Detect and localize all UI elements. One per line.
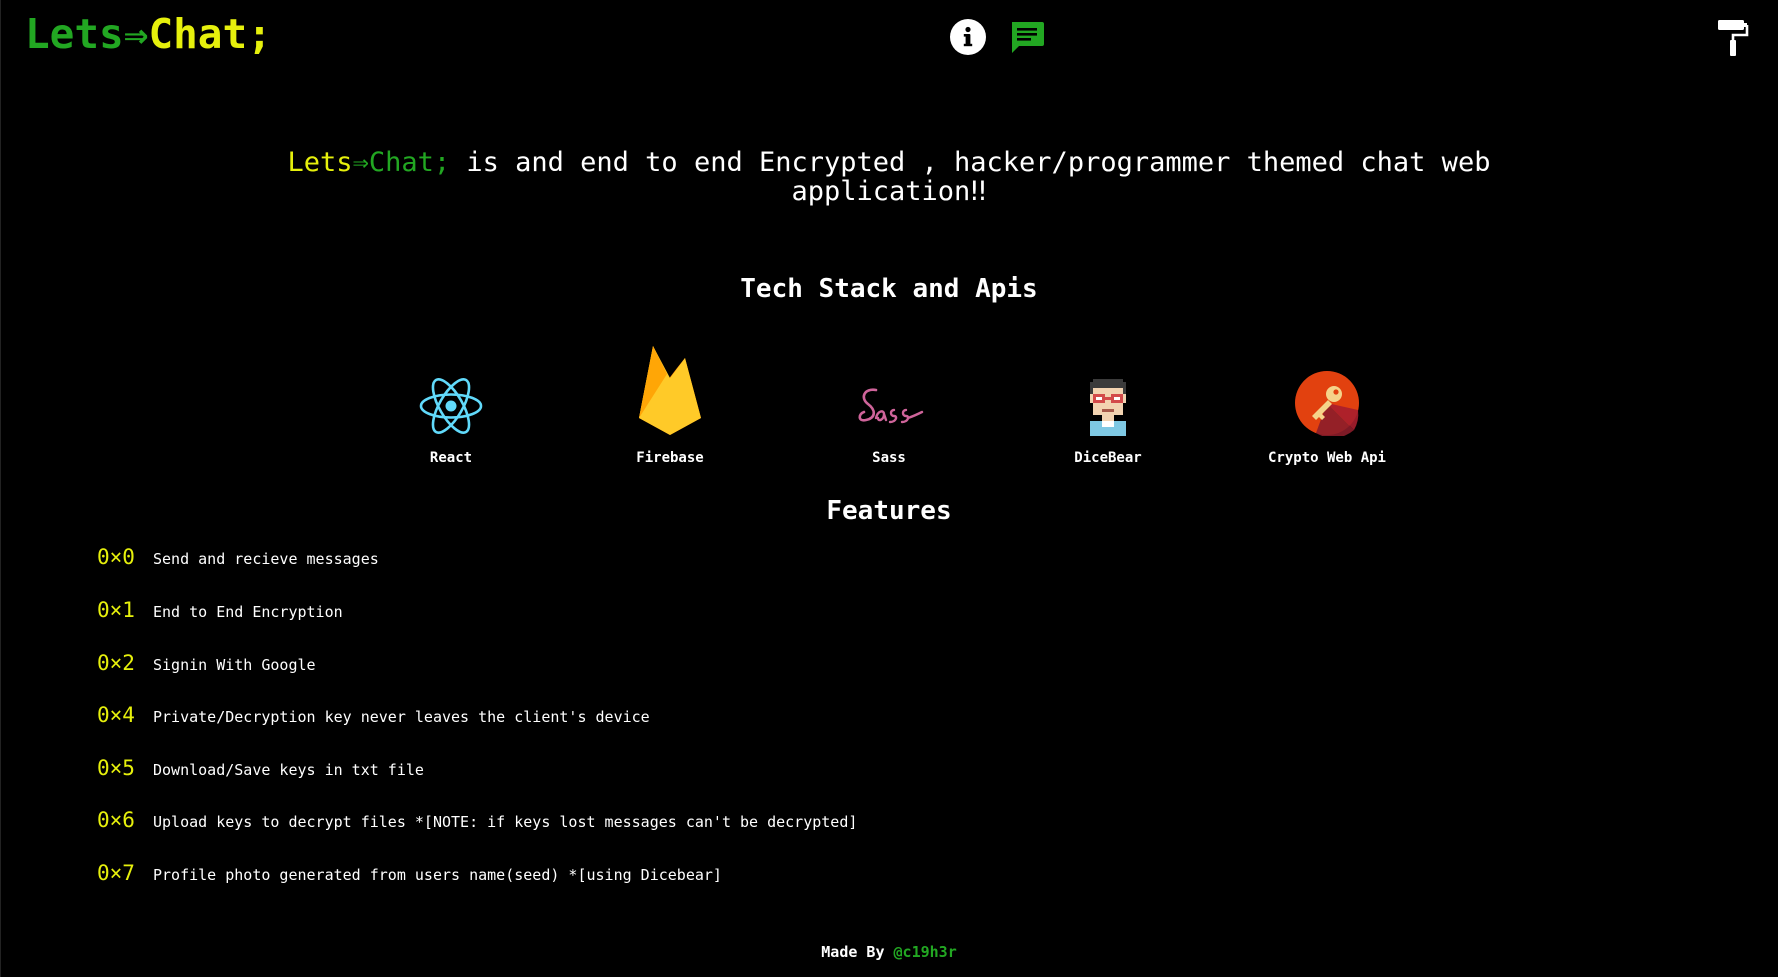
feature-index: 0×2 [97, 651, 135, 675]
chat-button[interactable] [1008, 18, 1046, 56]
feature-text: Private/Decryption key never leaves the … [153, 708, 650, 726]
feature-text: Upload keys to decrypt files *[NOTE: if … [153, 813, 858, 831]
tech-item-crypto: Crypto Web Api [1247, 326, 1407, 466]
tech-item-firebase: Firebase [590, 326, 750, 466]
tech-name: Firebase [636, 450, 704, 466]
feature-item: 0×0 Send and recieve messages [97, 545, 379, 569]
sass-logo-icon [858, 388, 924, 424]
logo-arrow: ⇒ [123, 10, 149, 58]
info-icon [963, 26, 973, 47]
intro-text: is and end to end Encrypted , hacker/pro… [450, 147, 1491, 207]
tech-item-dicebear: DiceBear [1028, 326, 1188, 466]
author-link[interactable]: @c19h3r [894, 943, 957, 961]
intro-brand-chat: Chat; [368, 147, 451, 178]
tech-stack-list: React Firebase Sass DiceBear Crypto Web … [395, 326, 1395, 466]
features-title: Features [826, 496, 952, 526]
header-nav [950, 18, 1046, 56]
react-logo-icon [419, 378, 483, 434]
firebase-logo-icon [639, 346, 701, 435]
paint-roller-icon [1718, 20, 1749, 56]
footer-label: Made By [821, 943, 894, 961]
intro-brand-arrow: ⇒ [352, 147, 369, 178]
feature-item: 0×2 Signin With Google [97, 651, 316, 675]
tech-name: Crypto Web Api [1267, 450, 1386, 466]
feature-item: 0×5 Download/Save keys in txt file [97, 756, 424, 780]
crypto-key-logo-icon [1295, 371, 1359, 436]
tech-name: Sass [872, 450, 906, 466]
tech-name: React [429, 450, 473, 466]
feature-index: 0×6 [97, 808, 135, 832]
tech-item-sass: Sass [809, 326, 969, 466]
feature-index: 0×7 [97, 861, 135, 885]
tech-item-react: React [371, 326, 531, 466]
tech-name: DiceBear [1074, 450, 1142, 466]
dicebear-avatar-icon [1090, 379, 1126, 436]
feature-item: 0×1 End to End Encryption [97, 598, 343, 622]
footer: Made By @c19h3r [0, 943, 1778, 961]
theme-button[interactable] [1716, 18, 1750, 58]
feature-index: 0×4 [97, 703, 135, 727]
intro-brand-lets: Lets [287, 147, 353, 178]
info-button[interactable] [950, 19, 986, 55]
app-logo[interactable]: Lets⇒Chat; [25, 10, 272, 58]
page-edge [0, 0, 1, 977]
feature-text: Send and recieve messages [153, 550, 379, 568]
feature-text: Download/Save keys in txt file [153, 761, 424, 779]
feature-item: 0×6 Upload keys to decrypt files *[NOTE:… [97, 808, 857, 832]
feature-index: 0×0 [97, 545, 135, 569]
feature-text: Signin With Google [153, 656, 316, 674]
logo-chat: Chat; [148, 10, 272, 58]
logo-lets: Lets [25, 10, 124, 58]
feature-item: 0×4 Private/Decryption key never leaves … [97, 703, 650, 727]
feature-text: End to End Encryption [153, 603, 343, 621]
feature-index: 0×1 [97, 598, 135, 622]
intro-tagline: Lets⇒Chat; is and end to end Encrypted ,… [280, 148, 1498, 206]
feature-item: 0×7 Profile photo generated from users n… [97, 861, 722, 885]
tech-stack-title: Tech Stack and Apis [740, 274, 1038, 304]
chat-icon [1012, 22, 1044, 53]
feature-text: Profile photo generated from users name(… [153, 866, 722, 884]
feature-index: 0×5 [97, 756, 135, 780]
